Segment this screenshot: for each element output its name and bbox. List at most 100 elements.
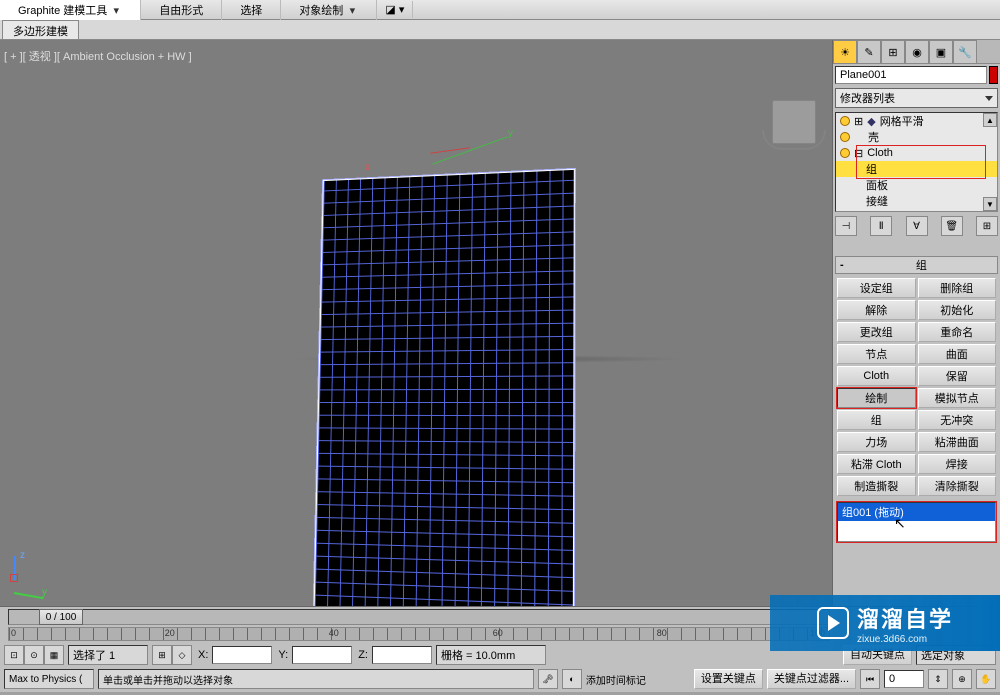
btn-cloth[interactable]: Cloth [837, 366, 916, 386]
modifier-list-dropdown[interactable]: 修改器列表 [835, 88, 998, 108]
x-coord-input[interactable] [212, 646, 272, 664]
btn-preserve[interactable]: 保留 [918, 366, 997, 386]
z-label: Z: [358, 649, 368, 661]
command-panel: ☀ ✎ ⊞ ◉ ▣ 🔧 修改器列表 ⊞◆网格平滑 壳 ⊟Cloth 组 面板 接… [832, 40, 1000, 606]
pin-stack-icon[interactable]: ⊣ [835, 216, 857, 236]
modifier-stack[interactable]: ⊞◆网格平滑 壳 ⊟Cloth 组 面板 接缝 ▲ ▼ [835, 112, 998, 212]
selection-status: 选择了 1 [68, 645, 148, 665]
display-tab-icon[interactable]: ▣ [929, 40, 953, 64]
ribbon-tab-freeform[interactable]: 自由形式 [141, 0, 222, 20]
watermark-title: 溜溜自学 [857, 602, 953, 634]
btn-set-group[interactable]: 设定组 [837, 278, 916, 298]
modify-tab-icon[interactable]: ✎ [857, 40, 881, 64]
key-filter-button[interactable]: 关键点过滤器... [767, 669, 856, 689]
z-coord-input[interactable] [372, 646, 432, 664]
x-label: X: [198, 649, 208, 661]
viewcube-ring[interactable] [762, 130, 826, 150]
watermark-url: zixue.3d66.com [857, 634, 953, 645]
filter-icon[interactable]: ⊞ [152, 645, 172, 665]
add-time-tag-label[interactable]: 添加时间标记 [586, 672, 646, 687]
group-button-grid: 设定组 删除组 解除 初始化 更改组 重命名 节点 曲面 Cloth 保留 绘制… [833, 276, 1000, 498]
spinner-arrows-icon[interactable]: ⇕ [928, 669, 948, 689]
object-color-swatch[interactable] [989, 66, 998, 84]
stack-toolbar: ⊣ Ⅱ ∀ 🗑 ⊞ [833, 214, 1000, 238]
btn-force[interactable]: 力场 [837, 432, 916, 452]
frame-spinner[interactable] [884, 670, 924, 688]
lock-icon[interactable]: 🗝 [538, 669, 558, 689]
btn-sticky-surface[interactable]: 粘滞曲面 [918, 432, 997, 452]
bulb-icon[interactable] [840, 148, 850, 158]
motion-tab-icon[interactable]: ◉ [905, 40, 929, 64]
stack-sub-seam[interactable]: 接缝 [836, 193, 997, 209]
btn-detach[interactable]: 解除 [837, 300, 916, 320]
btn-make-tear[interactable]: 制造撕裂 [837, 476, 916, 496]
snap2-icon[interactable]: ◇ [172, 645, 192, 665]
btn-delete-group[interactable]: 删除组 [918, 278, 997, 298]
hierarchy-tab-icon[interactable]: ⊞ [881, 40, 905, 64]
play-icon [817, 607, 849, 639]
btn-sim-node[interactable]: 模拟节点 [918, 388, 997, 408]
rollup-header-group[interactable]: - 组 [835, 256, 998, 274]
time-ruler[interactable]: 0 20 40 60 80 100 [8, 627, 830, 641]
btn-group[interactable]: 组 [837, 410, 916, 430]
stack-item-cloth[interactable]: ⊟Cloth [836, 145, 997, 161]
btn-change-group[interactable]: 更改组 [837, 322, 916, 342]
plane-mesh[interactable] [313, 169, 575, 606]
command-panel-tabs: ☀ ✎ ⊞ ◉ ▣ 🔧 [833, 40, 1000, 64]
snap-icon[interactable]: ▦ [44, 645, 64, 665]
ribbon-tab-objpaint[interactable]: 对象绘制 ▾ [281, 0, 377, 20]
viewport-label[interactable]: [ + ][ 透视 ][ Ambient Occlusion + HW ] [4, 48, 192, 64]
sub-ribbon: 多边形建模 [0, 20, 1000, 40]
stack-item-meshsmooth[interactable]: ⊞◆网格平滑 [836, 113, 997, 129]
world-axis-gizmo: z y [12, 554, 52, 594]
watermark: 溜溜自学 zixue.3d66.com [770, 595, 1000, 651]
status-row-2: Max to Physics ( 单击或单击并拖动以选择对象 🗝 ◐ 添加时间标… [0, 667, 1000, 691]
btn-rename[interactable]: 重命名 [918, 322, 997, 342]
configure-sets-icon[interactable]: ⊞ [976, 216, 998, 236]
ribbon-expand[interactable]: ◪ ▾ [377, 1, 413, 18]
ribbon-tab-graphite[interactable]: Graphite 建模工具 ▾ [0, 0, 141, 20]
remove-mod-icon[interactable]: 🗑 [941, 216, 963, 236]
btn-weld[interactable]: 焊接 [918, 454, 997, 474]
prompt-text: 单击或单击并拖动以选择对象 [98, 669, 534, 689]
scroll-down-icon[interactable]: ▼ [983, 197, 997, 211]
btn-surface[interactable]: 曲面 [918, 344, 997, 364]
utilities-tab-icon[interactable]: 🔧 [953, 40, 977, 64]
ribbon-bar: Graphite 建模工具 ▾ 自由形式 选择 对象绘制 ▾ ◪ ▾ [0, 0, 1000, 20]
stack-sub-panel[interactable]: 面板 [836, 177, 997, 193]
modifier-list-label: 修改器列表 [840, 90, 895, 106]
list-item[interactable]: 组001 (拖动) [838, 503, 995, 521]
rollup-title: 组 [850, 257, 993, 273]
tag-icon[interactable]: ◐ [562, 669, 582, 689]
nav1-icon[interactable]: ⊕ [952, 669, 972, 689]
viewport-perspective[interactable]: [ + ][ 透视 ][ Ambient Occlusion + HW ] x … [0, 40, 832, 606]
y-coord-input[interactable] [292, 646, 352, 664]
btn-paint[interactable]: 绘制 [837, 388, 916, 408]
btn-sticky-cloth[interactable]: 粘滞 Cloth [837, 454, 916, 474]
bulb-icon[interactable] [840, 116, 850, 126]
scroll-up-icon[interactable]: ▲ [983, 113, 997, 127]
show-end-icon[interactable]: Ⅱ [870, 216, 892, 236]
lock-selection-icon[interactable]: ⊡ [4, 645, 24, 665]
time-slider[interactable]: 0 / 100 [8, 609, 830, 625]
make-unique-icon[interactable]: ∀ [906, 216, 928, 236]
stack-sub-group[interactable]: 组 [836, 161, 997, 177]
isolate-icon[interactable]: ⊙ [24, 645, 44, 665]
nav2-icon[interactable]: ✋ [976, 669, 996, 689]
btn-initialize[interactable]: 初始化 [918, 300, 997, 320]
btn-clear-tear[interactable]: 清除撕裂 [918, 476, 997, 496]
bulb-icon[interactable] [840, 132, 850, 142]
y-label: Y: [278, 649, 288, 661]
collapse-icon: - [840, 259, 844, 271]
goto-start-icon[interactable]: ⏮ [860, 669, 880, 689]
stack-item-shell[interactable]: 壳 [836, 129, 997, 145]
sub-tab-polymodel[interactable]: 多边形建模 [2, 20, 79, 39]
ribbon-tab-selection[interactable]: 选择 [222, 0, 281, 20]
time-slider-thumb[interactable]: 0 / 100 [39, 609, 83, 625]
btn-node[interactable]: 节点 [837, 344, 916, 364]
btn-no-collide[interactable]: 无冲突 [918, 410, 997, 430]
set-key-button[interactable]: 设置关键点 [694, 669, 763, 689]
create-tab-icon[interactable]: ☀ [833, 40, 857, 64]
group-list[interactable]: 组001 (拖动) ↖ [837, 502, 996, 542]
object-name-input[interactable] [835, 66, 987, 84]
